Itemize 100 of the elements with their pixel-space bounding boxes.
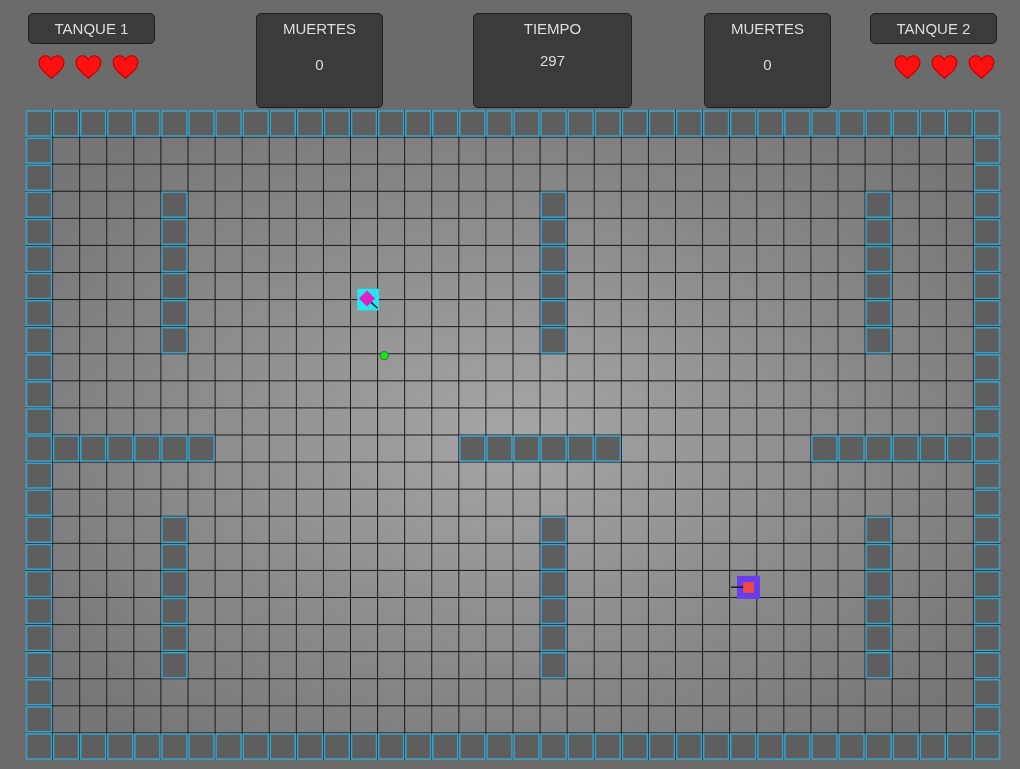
wall-block — [161, 272, 188, 300]
wall-block — [323, 110, 351, 137]
wall-block — [459, 733, 486, 760]
wall-block — [377, 110, 405, 137]
wall-block — [540, 272, 567, 300]
wall-block — [973, 272, 1001, 300]
wall-block — [540, 327, 567, 354]
wall-block — [567, 110, 594, 137]
heart-icon — [75, 54, 102, 80]
wall-block — [865, 245, 892, 273]
wall-block — [865, 218, 892, 246]
wall-block — [973, 435, 1001, 462]
wall-block — [946, 733, 974, 760]
wall-block — [865, 327, 892, 354]
wall-block — [865, 435, 892, 462]
wall-block — [134, 435, 161, 462]
wall-block — [25, 381, 53, 408]
wall-block — [296, 733, 324, 760]
wall-block — [702, 110, 730, 137]
wall-block — [973, 191, 1001, 218]
wall-block — [215, 110, 242, 137]
wall-block — [161, 570, 188, 598]
wall-block — [973, 516, 1001, 543]
wall-block — [865, 733, 892, 760]
wall-block — [838, 435, 865, 462]
wall-block — [25, 570, 53, 598]
wall-block — [242, 733, 269, 760]
wall-block — [107, 733, 134, 760]
wall-block — [25, 218, 53, 246]
wall-block — [973, 733, 1001, 760]
heart-icon — [38, 54, 65, 80]
wall-block — [567, 435, 594, 462]
wall-block — [107, 435, 134, 462]
wall-block — [648, 110, 676, 137]
wall-block — [161, 435, 188, 462]
wall-block — [459, 110, 486, 137]
wall-block — [161, 516, 188, 543]
wall-block — [161, 543, 188, 571]
wall-block — [919, 435, 946, 462]
wall-block — [811, 733, 838, 760]
wall-block — [486, 733, 513, 760]
wall-block — [25, 679, 53, 706]
wall-block — [323, 733, 351, 760]
wall-block — [161, 597, 188, 625]
wall-block — [973, 164, 1001, 191]
wall-block — [215, 733, 242, 760]
wall-block — [865, 191, 892, 218]
wall-block — [107, 110, 134, 137]
wall-block — [865, 272, 892, 300]
wall-block — [25, 137, 53, 164]
wall-block — [865, 110, 892, 137]
wall-block — [161, 299, 188, 327]
wall-block — [973, 570, 1001, 598]
wall-block — [25, 706, 53, 733]
wall-block — [675, 110, 703, 137]
wall-block — [405, 110, 432, 137]
wall-block — [973, 489, 1001, 516]
wall-block — [269, 110, 296, 137]
wall-block — [350, 110, 378, 137]
wall-block — [25, 733, 53, 760]
wall-block — [52, 110, 80, 137]
wall-block — [973, 462, 1001, 489]
wall-block — [540, 597, 567, 625]
wall-block — [540, 245, 567, 273]
wall-block — [973, 110, 1001, 137]
wall-block — [621, 110, 649, 137]
wall-block — [52, 435, 80, 462]
wall-block — [80, 435, 107, 462]
wall-block — [973, 652, 1001, 679]
wall-block — [973, 706, 1001, 733]
wall-block — [757, 110, 784, 137]
wall-block — [973, 327, 1001, 354]
wall-block — [134, 733, 161, 760]
wall-block — [919, 110, 946, 137]
wall-block — [784, 733, 811, 760]
wall-block — [513, 435, 540, 462]
wall-block — [188, 733, 215, 760]
wall-block — [486, 435, 513, 462]
wall-block — [25, 543, 53, 571]
wall-block — [459, 435, 486, 462]
wall-block — [892, 110, 919, 137]
wall-block — [892, 733, 919, 760]
wall-block — [973, 245, 1001, 273]
stat-value: 0 — [314, 54, 325, 75]
wall-block — [540, 543, 567, 571]
wall-block — [486, 110, 513, 137]
wall-block — [25, 597, 53, 625]
wall-block — [432, 733, 459, 760]
wall-block — [784, 110, 811, 137]
wall-block — [80, 733, 107, 760]
wall-block — [540, 435, 567, 462]
wall-block — [25, 489, 53, 516]
heart-icon — [968, 54, 995, 80]
wall-block — [540, 191, 567, 218]
wall-block — [946, 110, 974, 137]
wall-block — [973, 381, 1001, 408]
wall-block — [25, 110, 53, 137]
stat-value: 0 — [762, 54, 773, 75]
wall-block — [25, 327, 53, 354]
wall-block — [892, 435, 919, 462]
